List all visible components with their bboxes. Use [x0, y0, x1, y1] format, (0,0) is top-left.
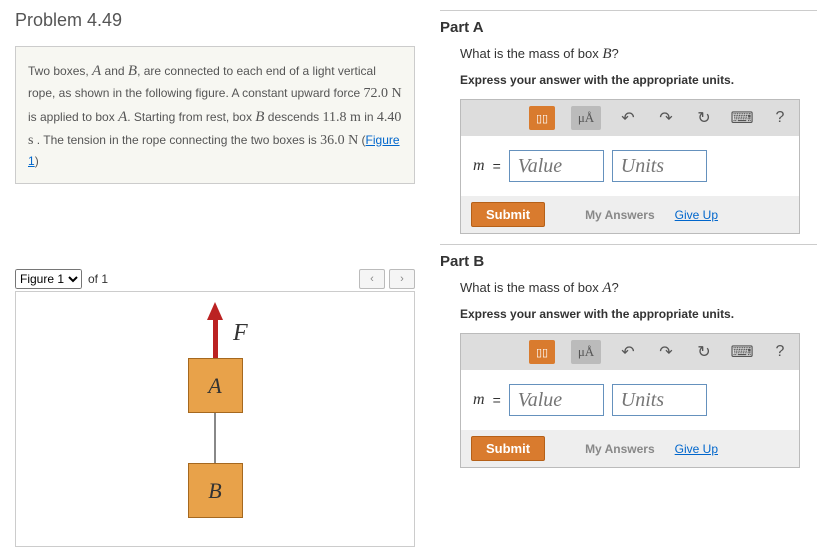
part-a-title: Part A: [440, 19, 817, 36]
reset-icon[interactable]: ↻: [693, 341, 715, 363]
part-a-answer-box: ▯▯ μÅ ↶ ↷ ↻ ⌨ ? m = Submit My Answers Gi…: [460, 99, 800, 234]
text: What is the mass of box: [460, 46, 602, 61]
equals: =: [493, 392, 501, 408]
reset-icon[interactable]: ↻: [693, 107, 715, 129]
figure-prev-button[interactable]: ‹: [359, 269, 385, 289]
part-b-toolbar: ▯▯ μÅ ↶ ↷ ↻ ⌨ ?: [461, 334, 799, 370]
box-A: A: [188, 358, 243, 413]
part-a-question: What is the mass of box B?: [460, 46, 817, 63]
part-b-submit-button[interactable]: Submit: [471, 436, 545, 461]
text: . The tension in the rope connecting the…: [33, 133, 320, 147]
figure-next-button[interactable]: ›: [389, 269, 415, 289]
fraction-icon[interactable]: ▯▯: [529, 340, 555, 364]
units-icon[interactable]: μÅ: [571, 106, 601, 130]
part-a-instruction: Express your answer with the appropriate…: [460, 73, 817, 87]
text: Two boxes,: [28, 64, 92, 78]
part-b-submit-row: Submit My Answers Give Up: [461, 430, 799, 467]
text: in: [361, 110, 377, 124]
figure-select[interactable]: Figure 1: [15, 269, 82, 289]
part-b-question: What is the mass of box A?: [460, 280, 817, 297]
part-a-submit-button[interactable]: Submit: [471, 202, 545, 227]
part-b-instruction: Express your answer with the appropriate…: [460, 307, 817, 321]
my-answers-link[interactable]: My Answers: [585, 442, 655, 456]
redo-icon[interactable]: ↷: [655, 107, 677, 129]
part-b-answer-box: ▯▯ μÅ ↶ ↷ ↻ ⌨ ? m = Submit My Answers Gi…: [460, 333, 800, 468]
part-b-input-row: m =: [461, 370, 799, 430]
give-up-link[interactable]: Give Up: [675, 208, 718, 222]
part-a-toolbar: ▯▯ μÅ ↶ ↷ ↻ ⌨ ?: [461, 100, 799, 136]
rope: [214, 413, 216, 463]
variable-label: m: [473, 157, 485, 175]
text: descends: [264, 110, 322, 124]
text: and: [101, 64, 128, 78]
text: What is the mass of box: [460, 280, 602, 295]
var-A: A: [92, 63, 101, 79]
give-up-link[interactable]: Give Up: [675, 442, 718, 456]
variable-label: m: [473, 391, 485, 409]
figure-nav-bar: Figure 1 of 1 ‹ ›: [15, 269, 415, 292]
var-B: B: [602, 46, 611, 62]
part-b-title: Part B: [440, 253, 817, 270]
part-a-submit-row: Submit My Answers Give Up: [461, 196, 799, 233]
undo-icon[interactable]: ↶: [617, 341, 639, 363]
keyboard-icon[interactable]: ⌨: [731, 107, 753, 129]
part-a-input-row: m =: [461, 136, 799, 196]
text: ?: [612, 46, 619, 61]
problem-title: Problem 4.49: [15, 10, 415, 31]
var-A: A: [602, 280, 611, 296]
my-answers-link[interactable]: My Answers: [585, 208, 655, 222]
force-label: F: [233, 320, 248, 347]
text: is applied to box: [28, 110, 118, 124]
divider: [440, 244, 817, 245]
help-icon[interactable]: ?: [769, 341, 791, 363]
equals: =: [493, 158, 501, 174]
part-b-value-input[interactable]: [509, 384, 604, 416]
part-a-value-input[interactable]: [509, 150, 604, 182]
box-B: B: [188, 463, 243, 518]
figure-canvas: F A B: [15, 292, 415, 547]
redo-icon[interactable]: ↷: [655, 341, 677, 363]
part-a-units-input[interactable]: [612, 150, 707, 182]
undo-icon[interactable]: ↶: [617, 107, 639, 129]
fraction-icon[interactable]: ▯▯: [529, 106, 555, 130]
keyboard-icon[interactable]: ⌨: [731, 341, 753, 363]
text: ?: [612, 280, 619, 295]
help-icon[interactable]: ?: [769, 107, 791, 129]
part-b-units-input[interactable]: [612, 384, 707, 416]
var-B: B: [128, 63, 137, 79]
units-icon[interactable]: μÅ: [571, 340, 601, 364]
text: . Starting from rest, box: [127, 110, 255, 124]
force-arrow-icon: [207, 302, 223, 320]
force-value: 72.0 N: [364, 86, 402, 101]
force-arrow-stem: [213, 320, 218, 358]
distance-value: 11.8 m: [323, 110, 361, 125]
divider: [440, 10, 817, 11]
tension-value: 36.0 N: [320, 133, 358, 148]
problem-statement: Two boxes, A and B, are connected to eac…: [15, 46, 415, 184]
figure-count: of 1: [86, 272, 108, 286]
text: ): [35, 154, 39, 168]
var-A: A: [118, 109, 127, 125]
text: (: [358, 133, 365, 147]
